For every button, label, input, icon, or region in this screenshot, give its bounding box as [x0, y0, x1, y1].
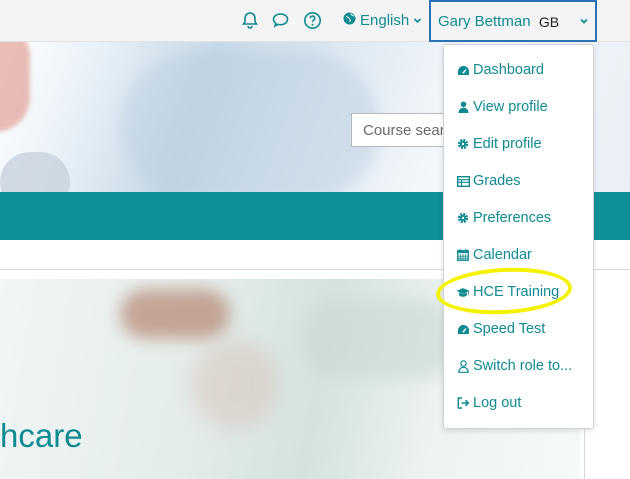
wrench-icon: [456, 211, 470, 225]
avatar: GB: [538, 14, 560, 30]
tachometer-icon: [456, 63, 470, 77]
chat-bubble-icon[interactable]: [268, 8, 292, 32]
tachometer-icon: [456, 322, 470, 336]
menu-item-speed-test[interactable]: Speed Test: [456, 317, 545, 341]
hero-blur-shape: [0, 152, 70, 192]
menu-item-switch-role[interactable]: Switch role to...: [456, 354, 572, 378]
globe-icon: [343, 12, 356, 29]
help-circle-icon[interactable]: [300, 8, 324, 32]
language-menu[interactable]: English: [343, 12, 422, 29]
chevron-down-icon: [413, 12, 422, 29]
banner-blur-shape: [120, 289, 230, 339]
hero-blur-shape: [120, 52, 380, 192]
chevron-down-icon: [579, 13, 589, 31]
menu-item-label: Grades: [473, 173, 521, 189]
user-menu-toggle[interactable]: Gary Bettman GB: [429, 0, 597, 42]
hero-blur-shape: [0, 42, 30, 132]
menu-item-label: Edit profile: [473, 136, 542, 152]
user-icon: [456, 100, 470, 114]
search-placeholder: Course sear: [363, 122, 445, 139]
menu-item-label: Calendar: [473, 247, 532, 263]
menu-item-label: Preferences: [473, 210, 552, 226]
menu-item-label: View profile: [473, 99, 548, 115]
user-dropdown-menu: Dashboard View profile Edit profile Grad…: [443, 44, 594, 429]
menu-item-preferences[interactable]: Preferences: [456, 206, 551, 230]
menu-item-view-profile[interactable]: View profile: [456, 95, 548, 119]
sign-out-icon: [456, 396, 470, 410]
table-icon: [456, 174, 470, 188]
banner-blur-shape: [300, 299, 460, 379]
calendar-icon: [456, 248, 470, 262]
cog-icon: [456, 137, 470, 151]
user-name: Gary Bettman: [438, 13, 531, 30]
menu-item-grades[interactable]: Grades: [456, 169, 521, 193]
top-navbar: English Gary Bettman GB: [0, 0, 630, 42]
bell-icon[interactable]: [238, 8, 262, 32]
menu-item-log-out[interactable]: Log out: [456, 391, 521, 415]
banner-title: hcare: [0, 417, 83, 454]
banner-blur-shape: [190, 339, 280, 429]
menu-item-label: Switch role to...: [473, 358, 573, 374]
menu-item-edit-profile[interactable]: Edit profile: [456, 132, 542, 156]
user-outline-icon: [456, 359, 470, 373]
menu-item-calendar[interactable]: Calendar: [456, 243, 532, 267]
menu-item-label: Dashboard: [473, 62, 544, 78]
menu-item-label: Log out: [473, 395, 522, 411]
menu-item-dashboard[interactable]: Dashboard: [456, 58, 544, 82]
language-label: English: [360, 12, 410, 29]
menu-item-label: Speed Test: [473, 321, 546, 337]
